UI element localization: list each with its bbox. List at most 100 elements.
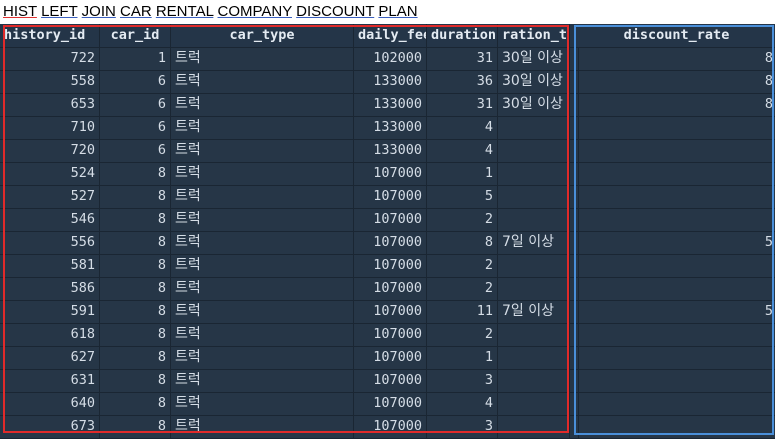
daily-fee-cell[interactable]: 107000 <box>354 346 427 369</box>
table-row[interactable]: 631 8 트럭 107000 3 <box>0 369 775 393</box>
discount-rate-cell[interactable] <box>576 116 775 139</box>
daily-fee-cell[interactable]: 107000 <box>354 254 427 277</box>
daily-fee-cell[interactable]: 107000 <box>354 162 427 185</box>
history-id-cell[interactable]: 640 <box>0 392 100 415</box>
discount-rate-cell[interactable] <box>576 208 775 231</box>
history-id-cell[interactable]: 581 <box>0 254 100 277</box>
discount-rate-cell[interactable] <box>576 277 775 300</box>
car-id-cell[interactable]: 6 <box>100 70 171 93</box>
table-row[interactable]: 524 8 트럭 107000 1 <box>0 162 775 186</box>
duration-type-cell[interactable]: 30일 이상 <box>498 70 570 93</box>
car-type-cell[interactable]: 트럭 <box>171 346 354 369</box>
car-type-cell[interactable]: 트럭 <box>171 231 354 254</box>
car-type-cell[interactable]: 트럭 <box>171 93 354 116</box>
history-id-cell[interactable]: 627 <box>0 346 100 369</box>
duration-type-cell[interactable] <box>498 415 570 438</box>
discount-rate-cell[interactable] <box>576 392 775 415</box>
duration-cell[interactable]: 3 <box>427 369 498 392</box>
discount-rate-cell[interactable] <box>576 139 775 162</box>
history-id-cell[interactable]: 546 <box>0 208 100 231</box>
table-row[interactable]: 527 8 트럭 107000 5 <box>0 185 775 209</box>
history-id-cell[interactable]: 556 <box>0 231 100 254</box>
history-id-cell[interactable]: 722 <box>0 47 100 70</box>
car-id-cell[interactable]: 6 <box>100 116 171 139</box>
car-type-cell[interactable]: 트럭 <box>171 185 354 208</box>
table-row[interactable]: 591 8 트럭 107000 11 7일 이상 5 <box>0 300 775 324</box>
history-id-cell[interactable]: 586 <box>0 277 100 300</box>
car-id-cell[interactable]: 1 <box>100 47 171 70</box>
car-id-cell[interactable]: 8 <box>100 277 171 300</box>
duration-type-cell[interactable] <box>498 254 570 277</box>
duration-type-cell[interactable] <box>498 139 570 162</box>
car-id-cell[interactable]: 8 <box>100 185 171 208</box>
duration-cell[interactable]: 4 <box>427 392 498 415</box>
duration-cell[interactable]: 31 <box>427 47 498 70</box>
duration-type-cell[interactable] <box>498 277 570 300</box>
car-id-cell[interactable]: 8 <box>100 346 171 369</box>
history-id-cell[interactable]: 527 <box>0 185 100 208</box>
duration-type-cell[interactable] <box>498 185 570 208</box>
duration-type-cell[interactable]: 7일 이상 <box>498 231 570 254</box>
duration-cell[interactable]: 36 <box>427 70 498 93</box>
table-row[interactable]: 722 1 트럭 102000 31 30일 이상 8 <box>0 47 775 71</box>
car-id-cell[interactable]: 8 <box>100 369 171 392</box>
table-row[interactable]: 653 6 트럭 133000 31 30일 이상 8 <box>0 93 775 117</box>
duration-type-cell[interactable] <box>498 392 570 415</box>
duration-cell[interactable]: 2 <box>427 208 498 231</box>
duration-type-cell[interactable] <box>498 162 570 185</box>
car-type-cell[interactable]: 트럭 <box>171 369 354 392</box>
column-header-duration[interactable]: duration <box>427 24 498 47</box>
daily-fee-cell[interactable]: 133000 <box>354 139 427 162</box>
table-row[interactable]: 546 8 트럭 107000 2 <box>0 208 775 232</box>
table-row[interactable]: 581 8 트럭 107000 2 <box>0 254 775 278</box>
car-id-cell[interactable]: 8 <box>100 254 171 277</box>
column-header-car-type[interactable]: car_type <box>171 24 354 47</box>
daily-fee-cell[interactable]: 107000 <box>354 300 427 323</box>
duration-cell[interactable]: 2 <box>427 254 498 277</box>
column-header-discount-rate[interactable]: discount_rate <box>576 24 775 47</box>
daily-fee-cell[interactable]: 133000 <box>354 70 427 93</box>
history-id-cell[interactable]: 720 <box>0 139 100 162</box>
duration-cell[interactable]: 1 <box>427 346 498 369</box>
discount-rate-cell[interactable] <box>576 369 775 392</box>
car-type-cell[interactable]: 트럭 <box>171 300 354 323</box>
daily-fee-cell[interactable]: 107000 <box>354 369 427 392</box>
duration-cell[interactable]: 11 <box>427 300 498 323</box>
car-id-cell[interactable]: 8 <box>100 231 171 254</box>
car-type-cell[interactable]: 트럭 <box>171 277 354 300</box>
car-id-cell[interactable]: 8 <box>100 162 171 185</box>
car-id-cell[interactable]: 8 <box>100 392 171 415</box>
duration-type-cell[interactable] <box>498 369 570 392</box>
duration-cell[interactable]: 4 <box>427 116 498 139</box>
duration-type-cell[interactable]: 30일 이상 <box>498 47 570 70</box>
history-id-cell[interactable]: 631 <box>0 369 100 392</box>
car-id-cell[interactable]: 8 <box>100 300 171 323</box>
daily-fee-cell[interactable]: 107000 <box>354 231 427 254</box>
column-header-car-id[interactable]: car_id <box>100 24 171 47</box>
column-header-history-id[interactable]: history_id <box>0 24 100 47</box>
table-row[interactable]: 640 8 트럭 107000 4 <box>0 392 775 416</box>
discount-rate-cell[interactable]: 8 <box>576 70 775 93</box>
car-id-cell[interactable]: 8 <box>100 415 171 438</box>
history-id-cell[interactable]: 673 <box>0 415 100 438</box>
car-id-cell[interactable]: 6 <box>100 139 171 162</box>
daily-fee-cell[interactable]: 107000 <box>354 185 427 208</box>
daily-fee-cell[interactable]: 107000 <box>354 323 427 346</box>
history-id-cell[interactable]: 558 <box>0 70 100 93</box>
discount-rate-cell[interactable] <box>576 415 775 438</box>
history-id-cell[interactable]: 524 <box>0 162 100 185</box>
history-id-cell[interactable]: 618 <box>0 323 100 346</box>
table-row[interactable]: 618 8 트럭 107000 2 <box>0 323 775 347</box>
discount-rate-cell[interactable] <box>576 346 775 369</box>
car-type-cell[interactable]: 트럭 <box>171 208 354 231</box>
discount-rate-cell[interactable]: 8 <box>576 93 775 116</box>
discount-rate-cell[interactable] <box>576 254 775 277</box>
car-type-cell[interactable]: 트럭 <box>171 139 354 162</box>
table-row[interactable]: 720 6 트럭 133000 4 <box>0 139 775 163</box>
duration-cell[interactable]: 2 <box>427 323 498 346</box>
duration-cell[interactable]: 31 <box>427 93 498 116</box>
car-type-cell[interactable]: 트럭 <box>171 392 354 415</box>
discount-rate-cell[interactable]: 8 <box>576 47 775 70</box>
duration-type-cell[interactable] <box>498 346 570 369</box>
table-row[interactable]: 627 8 트럭 107000 1 <box>0 346 775 370</box>
